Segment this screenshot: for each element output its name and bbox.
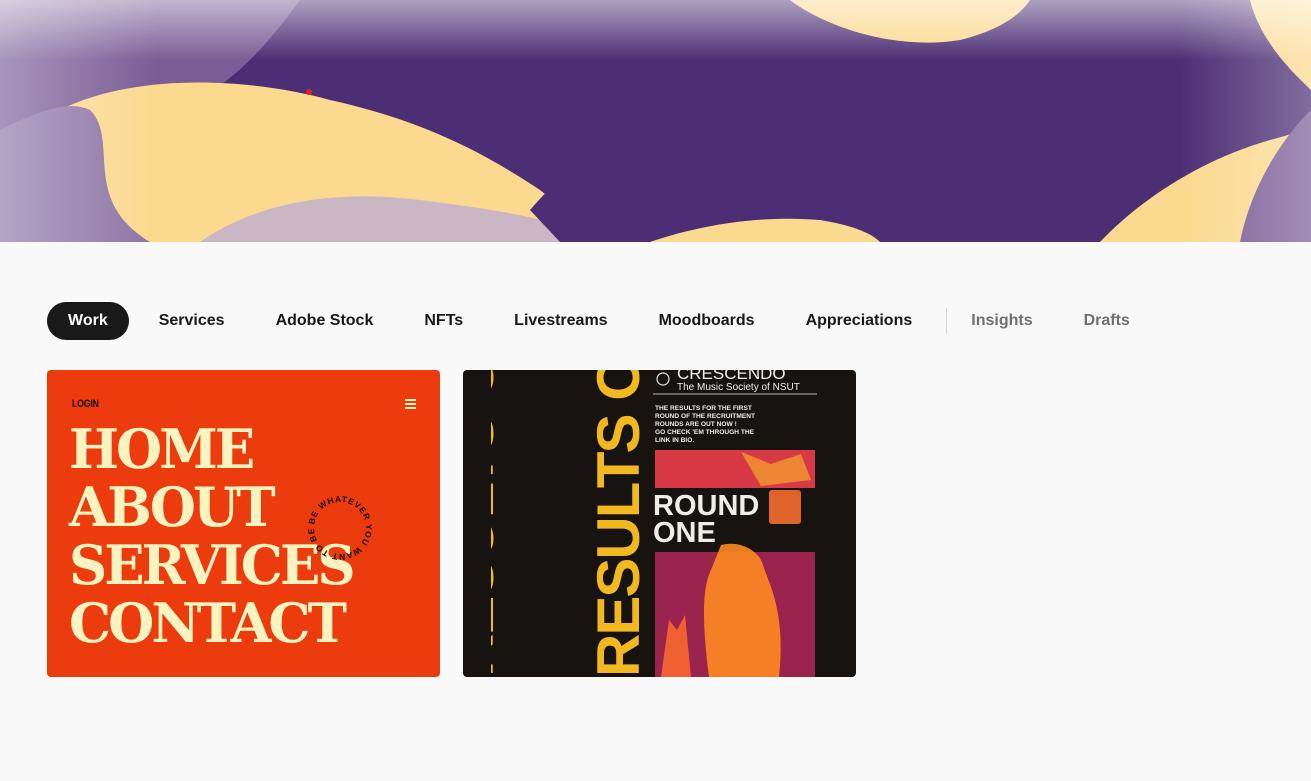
profile-banner bbox=[0, 0, 1311, 242]
poster-panel: CRESCENDO The Music Society of NSUT THE … bbox=[651, 370, 821, 677]
tab-adobe-stock[interactable]: Adobe Stock bbox=[255, 302, 395, 340]
red-dot bbox=[306, 89, 312, 95]
body-line-4: GO CHECK 'EM THROUGH THE bbox=[655, 429, 755, 436]
tab-work[interactable]: Work bbox=[47, 302, 129, 340]
project-card-web-nav[interactable]: LOGIN HOME ABOUT SERVICES CONTACT BE WHA… bbox=[47, 370, 440, 677]
headline-line-2: ONE bbox=[653, 517, 716, 549]
project-card-results-poster[interactable]: RESULTS OUT RESULTS OUT CRESCENDO The Mu… bbox=[463, 370, 856, 677]
banner-artwork bbox=[0, 0, 1311, 242]
body-line-3: ROUNDS ARE OUT NOW ! bbox=[655, 421, 737, 428]
vertical-headline: RESULTS OUT RESULTS OUT bbox=[491, 370, 641, 677]
login-label: LOGIN bbox=[72, 398, 99, 410]
tab-insights[interactable]: Insights bbox=[950, 302, 1053, 340]
tab-services[interactable]: Services bbox=[138, 302, 246, 340]
nav-word-contact: CONTACT bbox=[69, 591, 347, 655]
tab-appreciations[interactable]: Appreciations bbox=[785, 302, 934, 340]
svg-text:BE WHATEVER YOU WANT TO BE: BE WHATEVER YOU WANT TO BE bbox=[306, 494, 374, 562]
boombox-shape bbox=[769, 490, 801, 524]
results-out-text-mirror: RESULTS OUT bbox=[585, 370, 641, 677]
tab-drafts[interactable]: Drafts bbox=[1063, 302, 1151, 340]
tab-livestreams[interactable]: Livestreams bbox=[493, 302, 628, 340]
circular-text-badge: BE WHATEVER YOU WANT TO BE bbox=[306, 494, 374, 562]
brand-subtitle: The Music Society of NSUT bbox=[677, 382, 800, 393]
tab-moodboards[interactable]: Moodboards bbox=[638, 302, 776, 340]
body-line-5: LINK IN BIO. bbox=[655, 437, 694, 444]
results-out-text: RESULTS OUT bbox=[491, 370, 506, 677]
hamburger-icon bbox=[405, 399, 416, 411]
body-line-1: THE RESULTS FOR THE FIRST bbox=[655, 405, 752, 412]
tabs-divider bbox=[946, 308, 948, 334]
body-line-2: ROUND OF THE RECRUITMENT bbox=[655, 413, 755, 420]
ring-text: BE WHATEVER YOU WANT TO BE bbox=[306, 494, 373, 562]
tab-nfts[interactable]: NFTs bbox=[403, 302, 484, 340]
profile-tabs: Work Services Adobe Stock NFTs Livestrea… bbox=[47, 302, 1151, 340]
nav-word-home: HOME bbox=[69, 417, 255, 481]
